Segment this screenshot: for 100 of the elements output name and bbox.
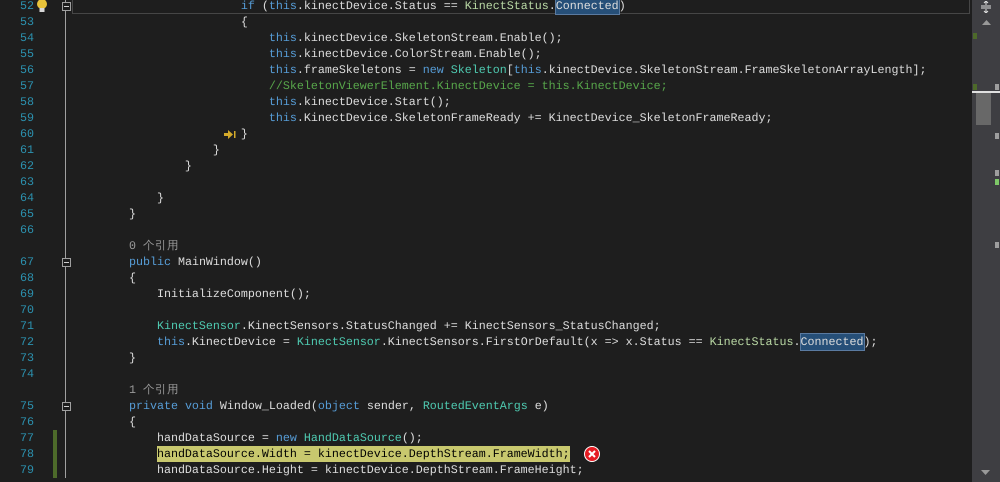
code-text: }: [240, 126, 248, 142]
code-text: e): [534, 398, 549, 414]
keyword: this: [268, 30, 297, 46]
highlighted-code: handDataSource.Width = kinectDevice.DepthStream.FrameWidth;: [156, 446, 570, 462]
line-number: 53: [19, 14, 34, 30]
keyword: this: [268, 110, 297, 126]
scroll-up-icon[interactable]: [982, 20, 990, 25]
selection-mark: [995, 242, 999, 248]
line-number: 55: [19, 46, 34, 62]
line-number: 71: [19, 318, 34, 334]
type-name: Skeleton: [450, 62, 507, 78]
keyword: this: [268, 62, 297, 78]
lightbulb-icon[interactable]: [36, 0, 48, 13]
collapse-icon[interactable]: [62, 402, 70, 410]
enum-name: KinectStatus: [710, 334, 794, 350]
reference-count-link[interactable]: 1 个引用: [73, 382, 179, 398]
code-text: .KinectDevice.SkeletonFrameReady += KinectDevice_SkeletonFrameReady;: [296, 110, 772, 126]
code-text: .: [794, 334, 801, 350]
code-text: .KinectSensors.FirstOrDefault(x => x.Status ==: [380, 334, 704, 350]
keyword: this: [514, 62, 542, 78]
line-number: 74: [19, 366, 34, 382]
line-number: 66: [19, 222, 34, 238]
scroll-down-icon[interactable]: [981, 470, 990, 475]
code-text: ();: [402, 430, 423, 446]
type-name: KinectSensor: [156, 318, 241, 334]
line-number: 69: [19, 286, 34, 302]
line-number: 65: [19, 206, 34, 222]
code-text: );: [864, 334, 878, 350]
code-text: {: [240, 14, 248, 30]
code-text: handDataSource.Height = kinectDevice.DepthStream.FrameHeight;: [156, 462, 584, 478]
code-text: .kinectDevice.SkeletonStream.FrameSkeletonArrayLength];: [542, 62, 926, 78]
line-number: 77: [19, 430, 34, 446]
code-text: sender,: [366, 398, 417, 414]
code-text: (: [262, 0, 269, 14]
code-text: Window_Loaded(: [220, 398, 318, 414]
enum-name: KinectStatus: [464, 0, 549, 14]
line-number: 76: [19, 414, 34, 430]
line-number: 78: [19, 446, 34, 462]
code-text: {: [128, 414, 136, 430]
vertical-scrollbar[interactable]: [972, 0, 1000, 482]
line-number: 60: [19, 126, 34, 142]
line-number: 67: [19, 254, 34, 270]
line-number: 61: [19, 142, 34, 158]
selection-mark: [995, 133, 999, 139]
code-text: }: [156, 190, 164, 206]
arrow-icon[interactable]: [224, 130, 236, 139]
keyword: this: [268, 46, 297, 62]
code-text: }: [184, 158, 192, 174]
change-mark: [973, 33, 977, 39]
line-number: 56: [19, 62, 34, 78]
code-text: }: [212, 142, 220, 158]
code-text: .kinectDevice.Status ==: [296, 0, 459, 14]
keyword: void: [184, 398, 213, 414]
code-comment: //SkeletonViewerElement.KinectDevice = this.KinectDevice;: [268, 78, 668, 94]
keyword: new: [276, 430, 297, 446]
selected-text: Connected: [800, 334, 864, 350]
keyword: public: [128, 254, 171, 270]
code-text: }: [128, 206, 136, 222]
code-text: handDataSource =: [156, 430, 270, 446]
selection-mark: [995, 84, 999, 90]
keyword: object: [318, 398, 360, 414]
selection-mark: [995, 170, 999, 176]
line-number: 57: [19, 78, 34, 94]
keyword: if: [240, 0, 255, 14]
error-icon[interactable]: [584, 446, 600, 462]
keyword: this: [268, 94, 297, 110]
keyword: private: [128, 398, 178, 414]
line-number: 73: [19, 350, 34, 366]
line-number: 54: [19, 30, 34, 46]
line-number: 75: [19, 398, 34, 414]
line-number: 79: [19, 462, 34, 478]
keyword: this: [268, 0, 297, 14]
code-text: InitializeComponent();: [156, 286, 311, 302]
line-number: 59: [19, 110, 34, 126]
caret-position-mark: [972, 91, 1000, 93]
code-text: ): [618, 0, 626, 14]
scroll-thumb[interactable]: [976, 93, 991, 125]
type-name: RoutedEventArgs: [422, 398, 528, 414]
code-text: .kinectDevice.ColorStream.Enable();: [296, 46, 542, 62]
code-text: .KinectSensors.StatusChanged += KinectSensors_StatusChanged;: [240, 318, 661, 334]
line-number: 52: [19, 0, 34, 14]
line-number: 64: [19, 190, 34, 206]
type-name: KinectSensor: [296, 334, 381, 350]
collapse-icon[interactable]: [62, 2, 70, 10]
code-text: .KinectDevice =: [184, 334, 291, 350]
collapse-icon[interactable]: [62, 258, 70, 266]
change-mark: [995, 179, 999, 185]
type-name: HandDataSource: [304, 430, 402, 446]
code-text: .kinectDevice.Start();: [296, 94, 451, 110]
split-icon[interactable]: [980, 1, 992, 13]
reference-count-link[interactable]: 0 个引用: [73, 238, 179, 254]
code-text: MainWindow(): [178, 254, 262, 270]
code-text: [: [506, 62, 514, 78]
change-mark: [973, 84, 977, 90]
line-number: 70: [19, 302, 34, 318]
line-number: 58: [19, 94, 34, 110]
line-number: 72: [19, 334, 34, 350]
code-text: }: [128, 350, 136, 366]
code-text: .kinectDevice.SkeletonStream.Enable();: [296, 30, 563, 46]
line-number: 62: [19, 158, 34, 174]
